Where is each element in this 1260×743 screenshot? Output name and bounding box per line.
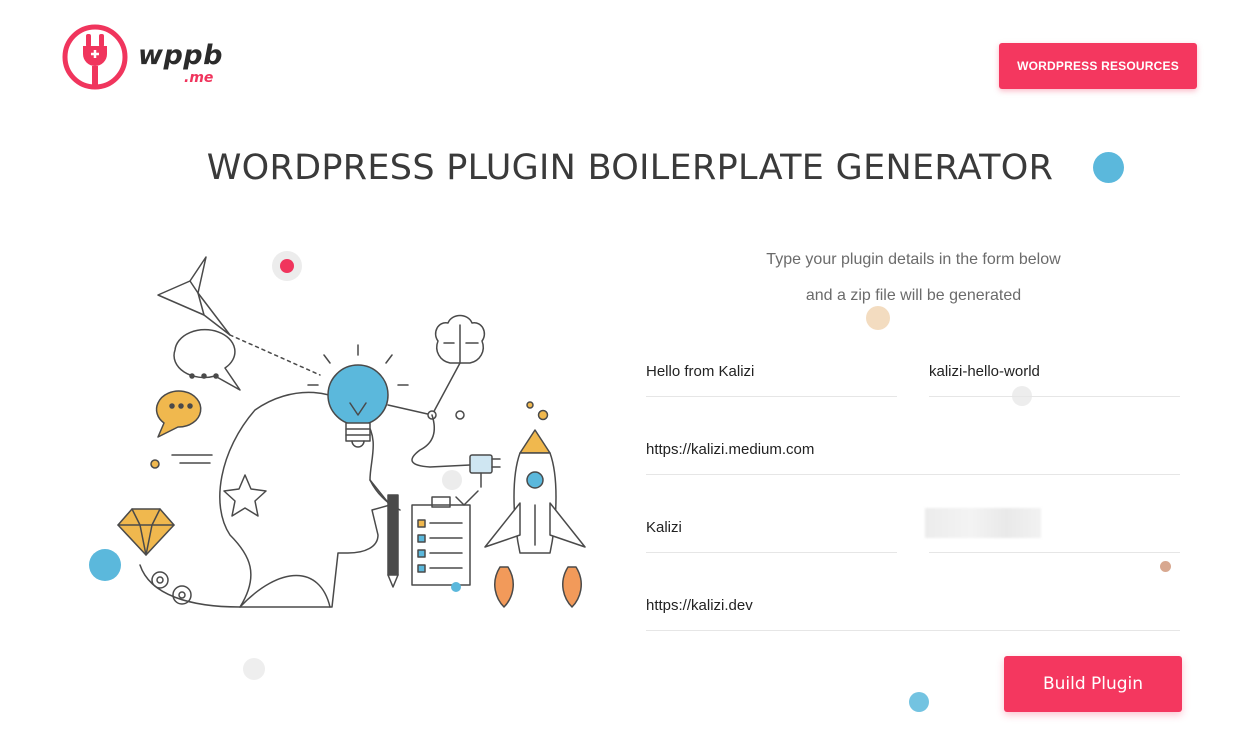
rocket-icon bbox=[484, 429, 586, 608]
plugin-illustration bbox=[117, 256, 586, 608]
plug-logo-icon bbox=[62, 24, 128, 90]
logo-name: wppb bbox=[138, 40, 223, 71]
build-plugin-button[interactable]: Build Plugin bbox=[1004, 656, 1182, 712]
decorative-dot bbox=[866, 306, 890, 330]
author-name-field bbox=[646, 504, 897, 553]
decorative-dot bbox=[1093, 152, 1124, 183]
plug-icon bbox=[469, 454, 501, 488]
logo-suffix: .me bbox=[184, 70, 214, 86]
wordpress-resources-button[interactable]: WORDPRESS RESOURCES bbox=[999, 43, 1197, 89]
decorative-dot bbox=[1160, 561, 1171, 572]
author-uri-field bbox=[646, 582, 1180, 631]
plugin-slug-field bbox=[929, 348, 1180, 397]
plugin-uri-field bbox=[646, 426, 1180, 475]
plugin-slug-input[interactable] bbox=[929, 348, 1180, 395]
author-name-input[interactable] bbox=[646, 504, 897, 551]
diamond-icon bbox=[117, 508, 175, 556]
redacted-email bbox=[925, 508, 1041, 538]
author-uri-input[interactable] bbox=[646, 582, 1180, 629]
page-title: WORDPRESS PLUGIN BOILERPLATE GENERATOR bbox=[206, 148, 1054, 188]
speech-bubble-orange-icon bbox=[155, 390, 202, 438]
intro-line-1: Type your plugin details in the form bel… bbox=[766, 251, 1061, 268]
checklist-icon bbox=[411, 490, 479, 586]
speech-bubble-icon bbox=[173, 328, 241, 391]
intro-line-2: and a zip file will be generated bbox=[805, 287, 1022, 304]
brain-icon bbox=[434, 314, 486, 364]
origami-bird-icon bbox=[157, 256, 231, 336]
light-bulb-icon bbox=[307, 344, 409, 448]
decorative-dot bbox=[909, 692, 929, 712]
plugin-uri-input[interactable] bbox=[646, 426, 1180, 473]
logo[interactable]: wppb .me bbox=[62, 24, 232, 94]
pen-icon bbox=[387, 494, 399, 588]
plugin-name-field bbox=[646, 348, 897, 397]
plugin-name-input[interactable] bbox=[646, 348, 897, 395]
decorative-dot bbox=[243, 658, 265, 680]
